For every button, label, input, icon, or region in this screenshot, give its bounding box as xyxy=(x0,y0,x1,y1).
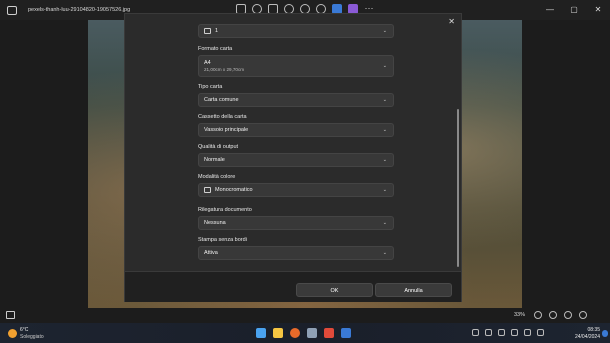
settings-icon[interactable] xyxy=(307,328,317,338)
weather-sun-icon[interactable] xyxy=(8,329,17,338)
maximize-button[interactable]: ▢ xyxy=(562,0,586,20)
photos-app-icon xyxy=(7,5,17,15)
chevron-down-icon: ⌄ xyxy=(382,97,387,103)
output-quality-label: Qualità di output xyxy=(198,144,239,150)
filmstrip-icon[interactable] xyxy=(6,311,15,319)
language-icon[interactable] xyxy=(498,329,505,336)
clock-date[interactable]: 24/04/2024 xyxy=(568,334,600,340)
color-mode-select[interactable]: Monocromatico ⌄ xyxy=(198,183,394,197)
fullscreen-icon[interactable] xyxy=(579,311,587,319)
chevron-down-icon: ⌄ xyxy=(382,220,387,226)
paper-tray-select[interactable]: Vassoio principale ⌄ xyxy=(198,123,394,137)
onedrive-tray-icon[interactable] xyxy=(485,329,492,336)
paper-size-select[interactable]: A4 21,00cm x 29,70cm ⌄ xyxy=(198,55,394,77)
pages-select[interactable]: 1 ⌄ xyxy=(198,24,394,38)
paper-size-label: Formato carta xyxy=(198,46,233,52)
binding-select[interactable]: Nessuna ⌄ xyxy=(198,216,394,230)
store-icon[interactable] xyxy=(341,328,351,338)
output-quality-select[interactable]: Normale ⌄ xyxy=(198,153,394,167)
chevron-down-icon: ⌄ xyxy=(382,63,387,69)
binding-label: Rilegatura documento xyxy=(198,207,252,213)
close-window-button[interactable]: ✕ xyxy=(586,0,610,20)
dialog-footer: OK Annulla xyxy=(125,271,461,302)
print-dialog: ✕ 1 ⌄ Formato carta A4 21,00cm x 29,70cm… xyxy=(124,13,462,302)
weather-temp: 6°C xyxy=(20,327,29,333)
paper-type-select[interactable]: Carta comune ⌄ xyxy=(198,93,394,107)
paper-tray-label: Cassetto della carta xyxy=(198,114,247,120)
chevron-down-icon: ⌄ xyxy=(382,250,387,256)
color-mode-icon xyxy=(204,187,211,193)
viewer-bottom-bar: 33% xyxy=(0,308,610,323)
cancel-button[interactable]: Annulla xyxy=(375,283,452,297)
wifi-icon[interactable] xyxy=(511,329,518,336)
firefox-icon[interactable] xyxy=(290,328,300,338)
start-icon[interactable] xyxy=(256,328,266,338)
zoom-out-icon[interactable] xyxy=(534,311,542,319)
borderless-label: Stampa senza bordi xyxy=(198,237,247,243)
notification-icon[interactable] xyxy=(602,330,608,337)
volume-icon[interactable] xyxy=(524,329,531,336)
photos-taskbar-icon[interactable] xyxy=(324,328,334,338)
color-mode-label: Modalità colore xyxy=(198,174,236,180)
close-icon[interactable]: ✕ xyxy=(448,17,455,26)
file-explorer-icon[interactable] xyxy=(273,328,283,338)
chevron-down-icon: ⌄ xyxy=(382,28,387,34)
file-name: pexels-thanh-luu-29104820-19057526.jpg xyxy=(28,7,131,13)
scrollbar[interactable] xyxy=(457,109,459,267)
clock-time[interactable]: 08:35 xyxy=(578,327,600,333)
zoom-in-icon[interactable] xyxy=(549,311,557,319)
paper-type-label: Tipo carta xyxy=(198,84,223,90)
chevron-down-icon: ⌄ xyxy=(382,127,387,133)
minimize-button[interactable]: — xyxy=(538,0,562,20)
chevron-down-icon: ⌄ xyxy=(382,187,387,193)
page-icon xyxy=(204,28,211,34)
chevron-down-icon: ⌄ xyxy=(382,157,387,163)
zoom-level: 33% xyxy=(514,312,526,318)
taskbar: 6°C Soleggiato 08:35 24/04/2024 xyxy=(0,323,610,343)
ok-button[interactable]: OK xyxy=(296,283,373,297)
weather-desc: Soleggiato xyxy=(20,334,44,340)
borderless-select[interactable]: Attiva ⌄ xyxy=(198,246,394,260)
chevron-up-icon[interactable] xyxy=(472,329,479,336)
fit-window-icon[interactable] xyxy=(564,311,572,319)
battery-icon[interactable] xyxy=(537,329,544,336)
